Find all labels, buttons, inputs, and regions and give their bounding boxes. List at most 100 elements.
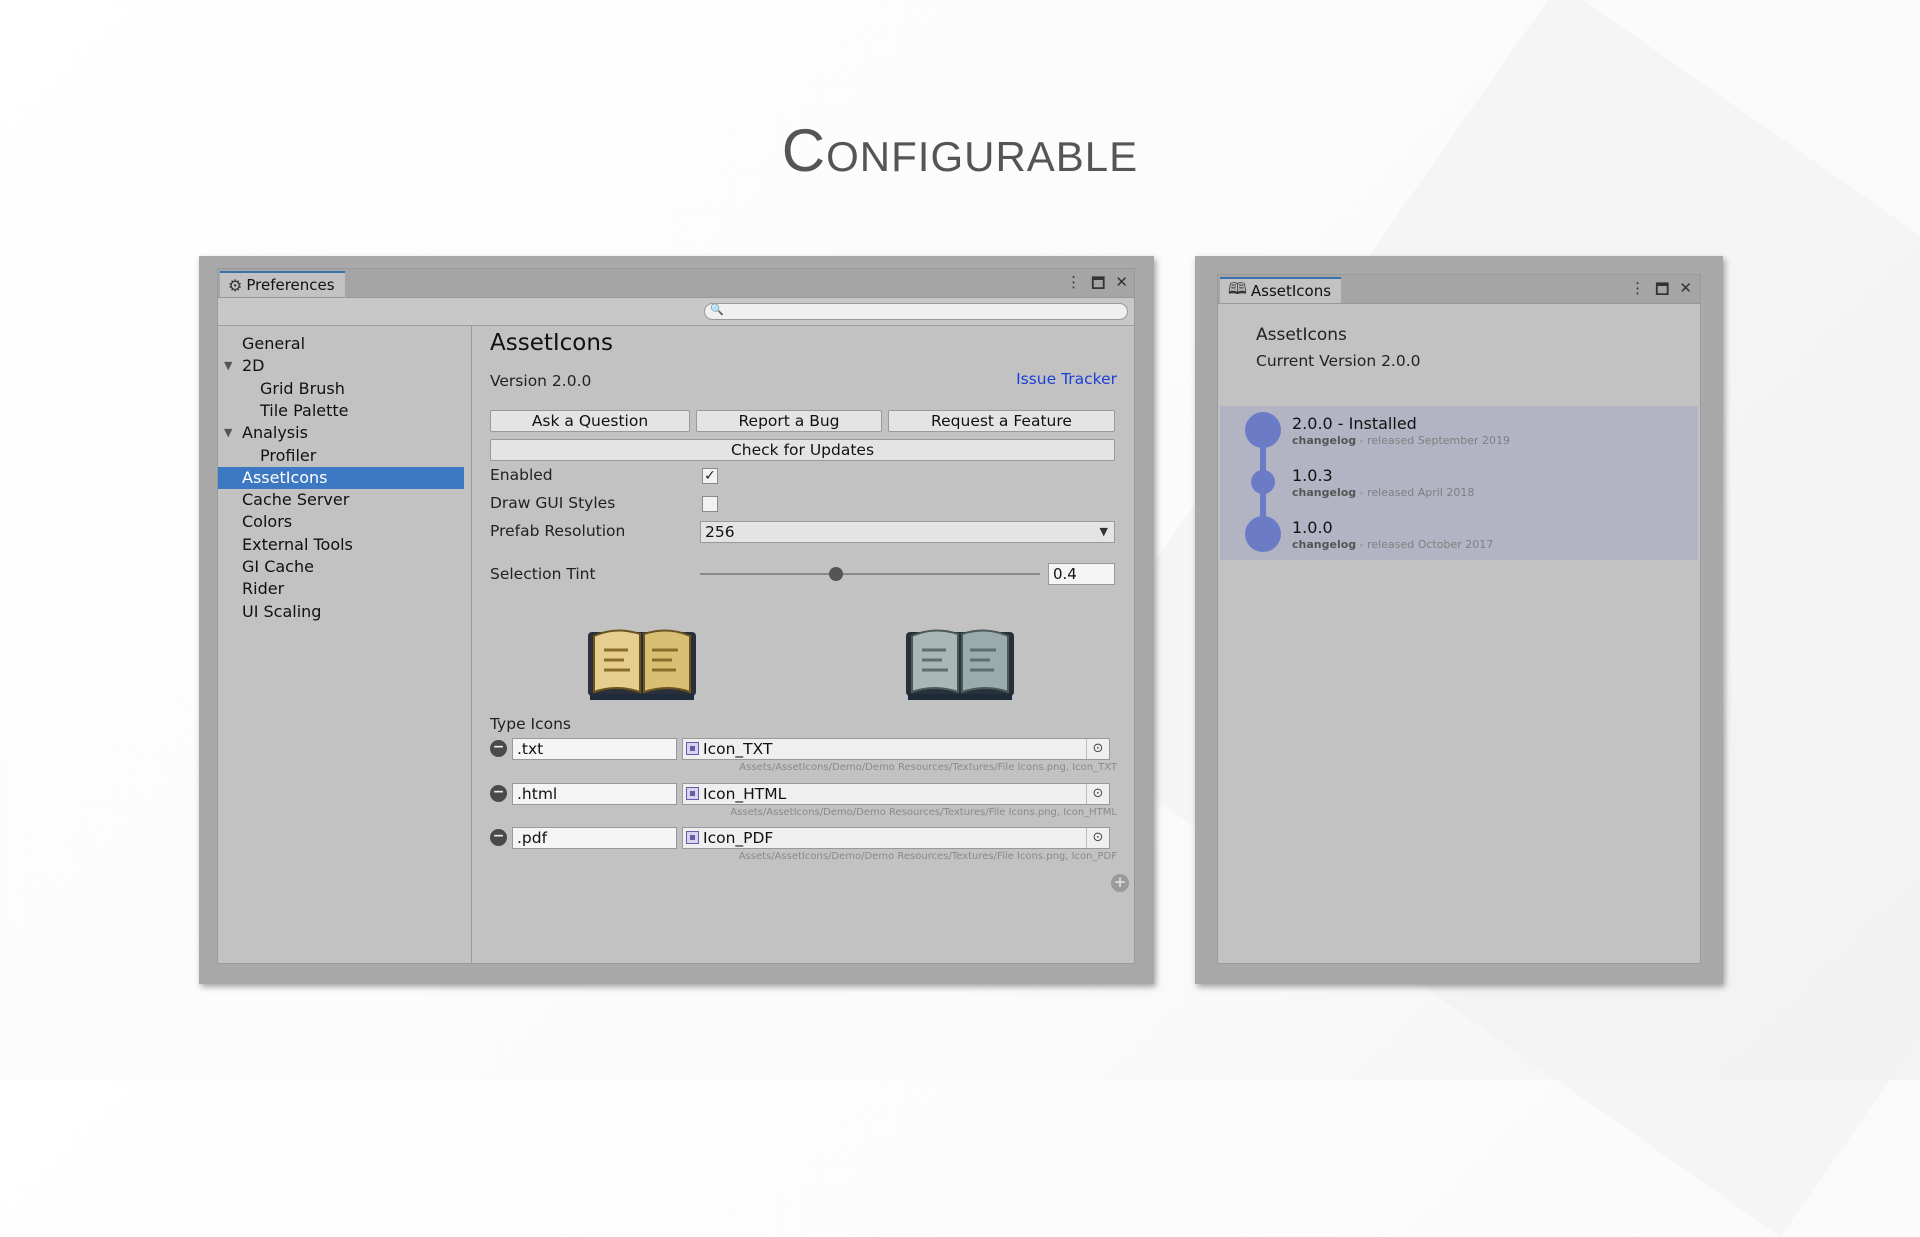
search-input[interactable] <box>723 304 1117 321</box>
kebab-menu-icon[interactable]: ⋮ <box>1630 279 1645 304</box>
tab-asseticons[interactable]: 🕮 AssetIcons <box>1220 277 1342 303</box>
maximize-icon[interactable]: 🗖 <box>1655 279 1669 304</box>
sidebar-item-label: Profiler <box>260 445 317 465</box>
maximize-icon[interactable]: 🗖 <box>1091 273 1105 298</box>
sidebar-item[interactable]: Grid Brush <box>218 378 464 400</box>
icon-object-field[interactable]: Icon_PDF ⊙ <box>682 827 1110 849</box>
selection-tint-slider-track[interactable] <box>700 573 1040 575</box>
icon-asset-path: Assets/AssetIcons/Demo/Demo Resources/Te… <box>730 806 1117 818</box>
extension-field[interactable]: .txt <box>512 738 677 760</box>
extension-field[interactable]: .html <box>512 782 677 805</box>
request-feature-button[interactable]: Request a Feature <box>888 410 1115 432</box>
sidebar-item-label: 2D <box>242 356 265 376</box>
sidebar-item[interactable]: Tile Palette <box>218 400 464 422</box>
enabled-checkbox[interactable]: ✓ <box>702 468 718 484</box>
chevron-down-icon: ▼ <box>1099 525 1108 538</box>
issue-tracker-link[interactable]: Issue Tracker <box>1016 370 1117 388</box>
selection-tint-field[interactable]: 0.4 <box>1048 563 1115 585</box>
book-icon-preview-tinted <box>906 629 1014 700</box>
window-controls: ⋮ 🗖 ✕ <box>1630 279 1692 304</box>
current-version: Current Version 2.0.0 <box>1256 352 1421 370</box>
timeline-dot <box>1245 516 1281 552</box>
changelog-timeline: 2.0.0 - Installed changelog - released Se… <box>1220 406 1698 560</box>
sidebar-item[interactable]: Profiler <box>218 445 464 467</box>
page-title: AssetIcons <box>490 330 613 356</box>
prefab-resolution-label: Prefab Resolution <box>490 522 626 540</box>
icon-asset-path: Assets/AssetIcons/Demo/Demo Resources/Te… <box>738 851 1117 862</box>
icon-object-field[interactable]: Icon_TXT ⊙ <box>682 738 1110 760</box>
sidebar-item-label: Rider <box>242 579 285 599</box>
tab-label: AssetIcons <box>1250 282 1332 300</box>
sidebar-item[interactable]: AssetIcons <box>218 466 464 489</box>
icon-asset-path: Assets/AssetIcons/Demo/Demo Resources/Te… <box>739 762 1117 773</box>
check-updates-button[interactable]: Check for Updates <box>490 439 1115 461</box>
draw-gui-styles-checkbox[interactable] <box>702 496 718 512</box>
sidebar-item[interactable]: UI Scaling <box>218 601 464 623</box>
expand-triangle-icon[interactable]: ▼ <box>224 422 232 444</box>
search-bar: 🔍 <box>218 298 1134 326</box>
ask-question-button[interactable]: Ask a Question <box>490 410 690 432</box>
icon-name: Icon_HTML <box>703 784 787 803</box>
prefab-resolution-dropdown[interactable]: 256 ▼ <box>700 521 1115 543</box>
tab-label: Preferences <box>246 276 335 294</box>
kebab-menu-icon[interactable]: ⋮ <box>1066 273 1081 298</box>
book-icon: 🕮 <box>1228 278 1247 298</box>
changelog-version: 2.0.0 - Installed <box>1292 414 1417 433</box>
sidebar-item[interactable]: GI Cache <box>218 556 464 578</box>
changelog-link[interactable]: changelog <box>1292 538 1356 551</box>
report-bug-button[interactable]: Report a Bug <box>696 410 882 432</box>
changelog-entry-meta: changelog - released October 2017 <box>1292 538 1493 551</box>
sidebar-item-label: Grid Brush <box>260 378 345 398</box>
asseticons-window-frame: 🕮 AssetIcons ⋮ 🗖 ✕ AssetIcons Current Ve… <box>1195 256 1723 984</box>
remove-type-icon-button[interactable]: − <box>490 740 507 757</box>
expand-triangle-icon[interactable]: ▼ <box>224 355 232 377</box>
type-icons-label: Type Icons <box>490 715 572 733</box>
add-type-icon-button[interactable]: + <box>1111 874 1129 892</box>
asset-name: AssetIcons <box>1256 325 1347 345</box>
changelog-link[interactable]: changelog <box>1292 434 1356 447</box>
selection-tint-slider-knob[interactable] <box>829 567 843 581</box>
asseticons-preferences: AssetIcons Version 2.0.0 Issue Tracker A… <box>472 326 1134 963</box>
changelog-entry-meta: changelog - released September 2019 <box>1292 434 1510 447</box>
tab-preferences[interactable]: ⚙ Preferences <box>220 271 345 297</box>
icon-object-field[interactable]: Icon_HTML ⊙ <box>682 782 1110 805</box>
selection-tint-label: Selection Tint <box>490 565 596 583</box>
icon-name: Icon_TXT <box>703 740 773 758</box>
sidebar-item[interactable]: Cache Server <box>218 489 464 511</box>
sidebar-item-label: Colors <box>242 512 293 532</box>
sidebar-item[interactable]: ▼ Analysis <box>218 422 464 444</box>
object-picker-icon[interactable]: ⊙ <box>1086 828 1109 848</box>
remove-type-icon-button[interactable]: − <box>490 829 507 846</box>
sidebar-item-label: General <box>242 334 306 353</box>
extension-field[interactable]: .pdf <box>512 827 677 849</box>
timeline-dot <box>1251 470 1275 494</box>
close-icon[interactable]: ✕ <box>1115 273 1128 298</box>
timeline-dot <box>1245 412 1281 448</box>
object-picker-icon[interactable]: ⊙ <box>1086 783 1109 804</box>
sidebar-item[interactable]: General <box>218 333 464 355</box>
texture-icon <box>686 742 699 755</box>
changelog-entry-meta: changelog - released April 2018 <box>1292 486 1474 499</box>
sidebar-item[interactable]: Colors <box>218 511 464 533</box>
object-picker-icon[interactable]: ⊙ <box>1086 739 1109 759</box>
remove-type-icon-button[interactable]: − <box>490 784 507 802</box>
close-icon[interactable]: ✕ <box>1679 279 1692 304</box>
dropdown-value: 256 <box>705 523 735 541</box>
gear-icon: ⚙ <box>228 275 243 295</box>
release-date: - released October 2017 <box>1356 538 1494 551</box>
asseticons-tabbar: 🕮 AssetIcons ⋮ 🗖 ✕ <box>1218 275 1700 304</box>
release-date: - released September 2019 <box>1356 434 1511 447</box>
sidebar-item[interactable]: Rider <box>218 578 464 600</box>
sidebar-item-label: AssetIcons <box>242 467 328 487</box>
changelog-version: 1.0.3 <box>1292 466 1333 485</box>
sidebar-item[interactable]: ▼ 2D <box>218 355 464 377</box>
sidebar-item-label: GI Cache <box>242 557 314 576</box>
texture-icon <box>686 786 699 800</box>
sidebar-item[interactable]: External Tools <box>218 534 464 556</box>
changelog-link[interactable]: changelog <box>1292 486 1356 499</box>
asseticons-window: 🕮 AssetIcons ⋮ 🗖 ✕ AssetIcons Current Ve… <box>1217 274 1701 964</box>
slide-title: Configurable <box>781 117 1139 184</box>
preferences-window: ⚙ Preferences ⋮ 🗖 ✕ 🔍 General ▼ 2D Grid Bru… <box>217 268 1135 964</box>
preferences-tabbar: ⚙ Preferences ⋮ 🗖 ✕ <box>218 269 1134 298</box>
search-icon: 🔍 <box>710 303 724 316</box>
